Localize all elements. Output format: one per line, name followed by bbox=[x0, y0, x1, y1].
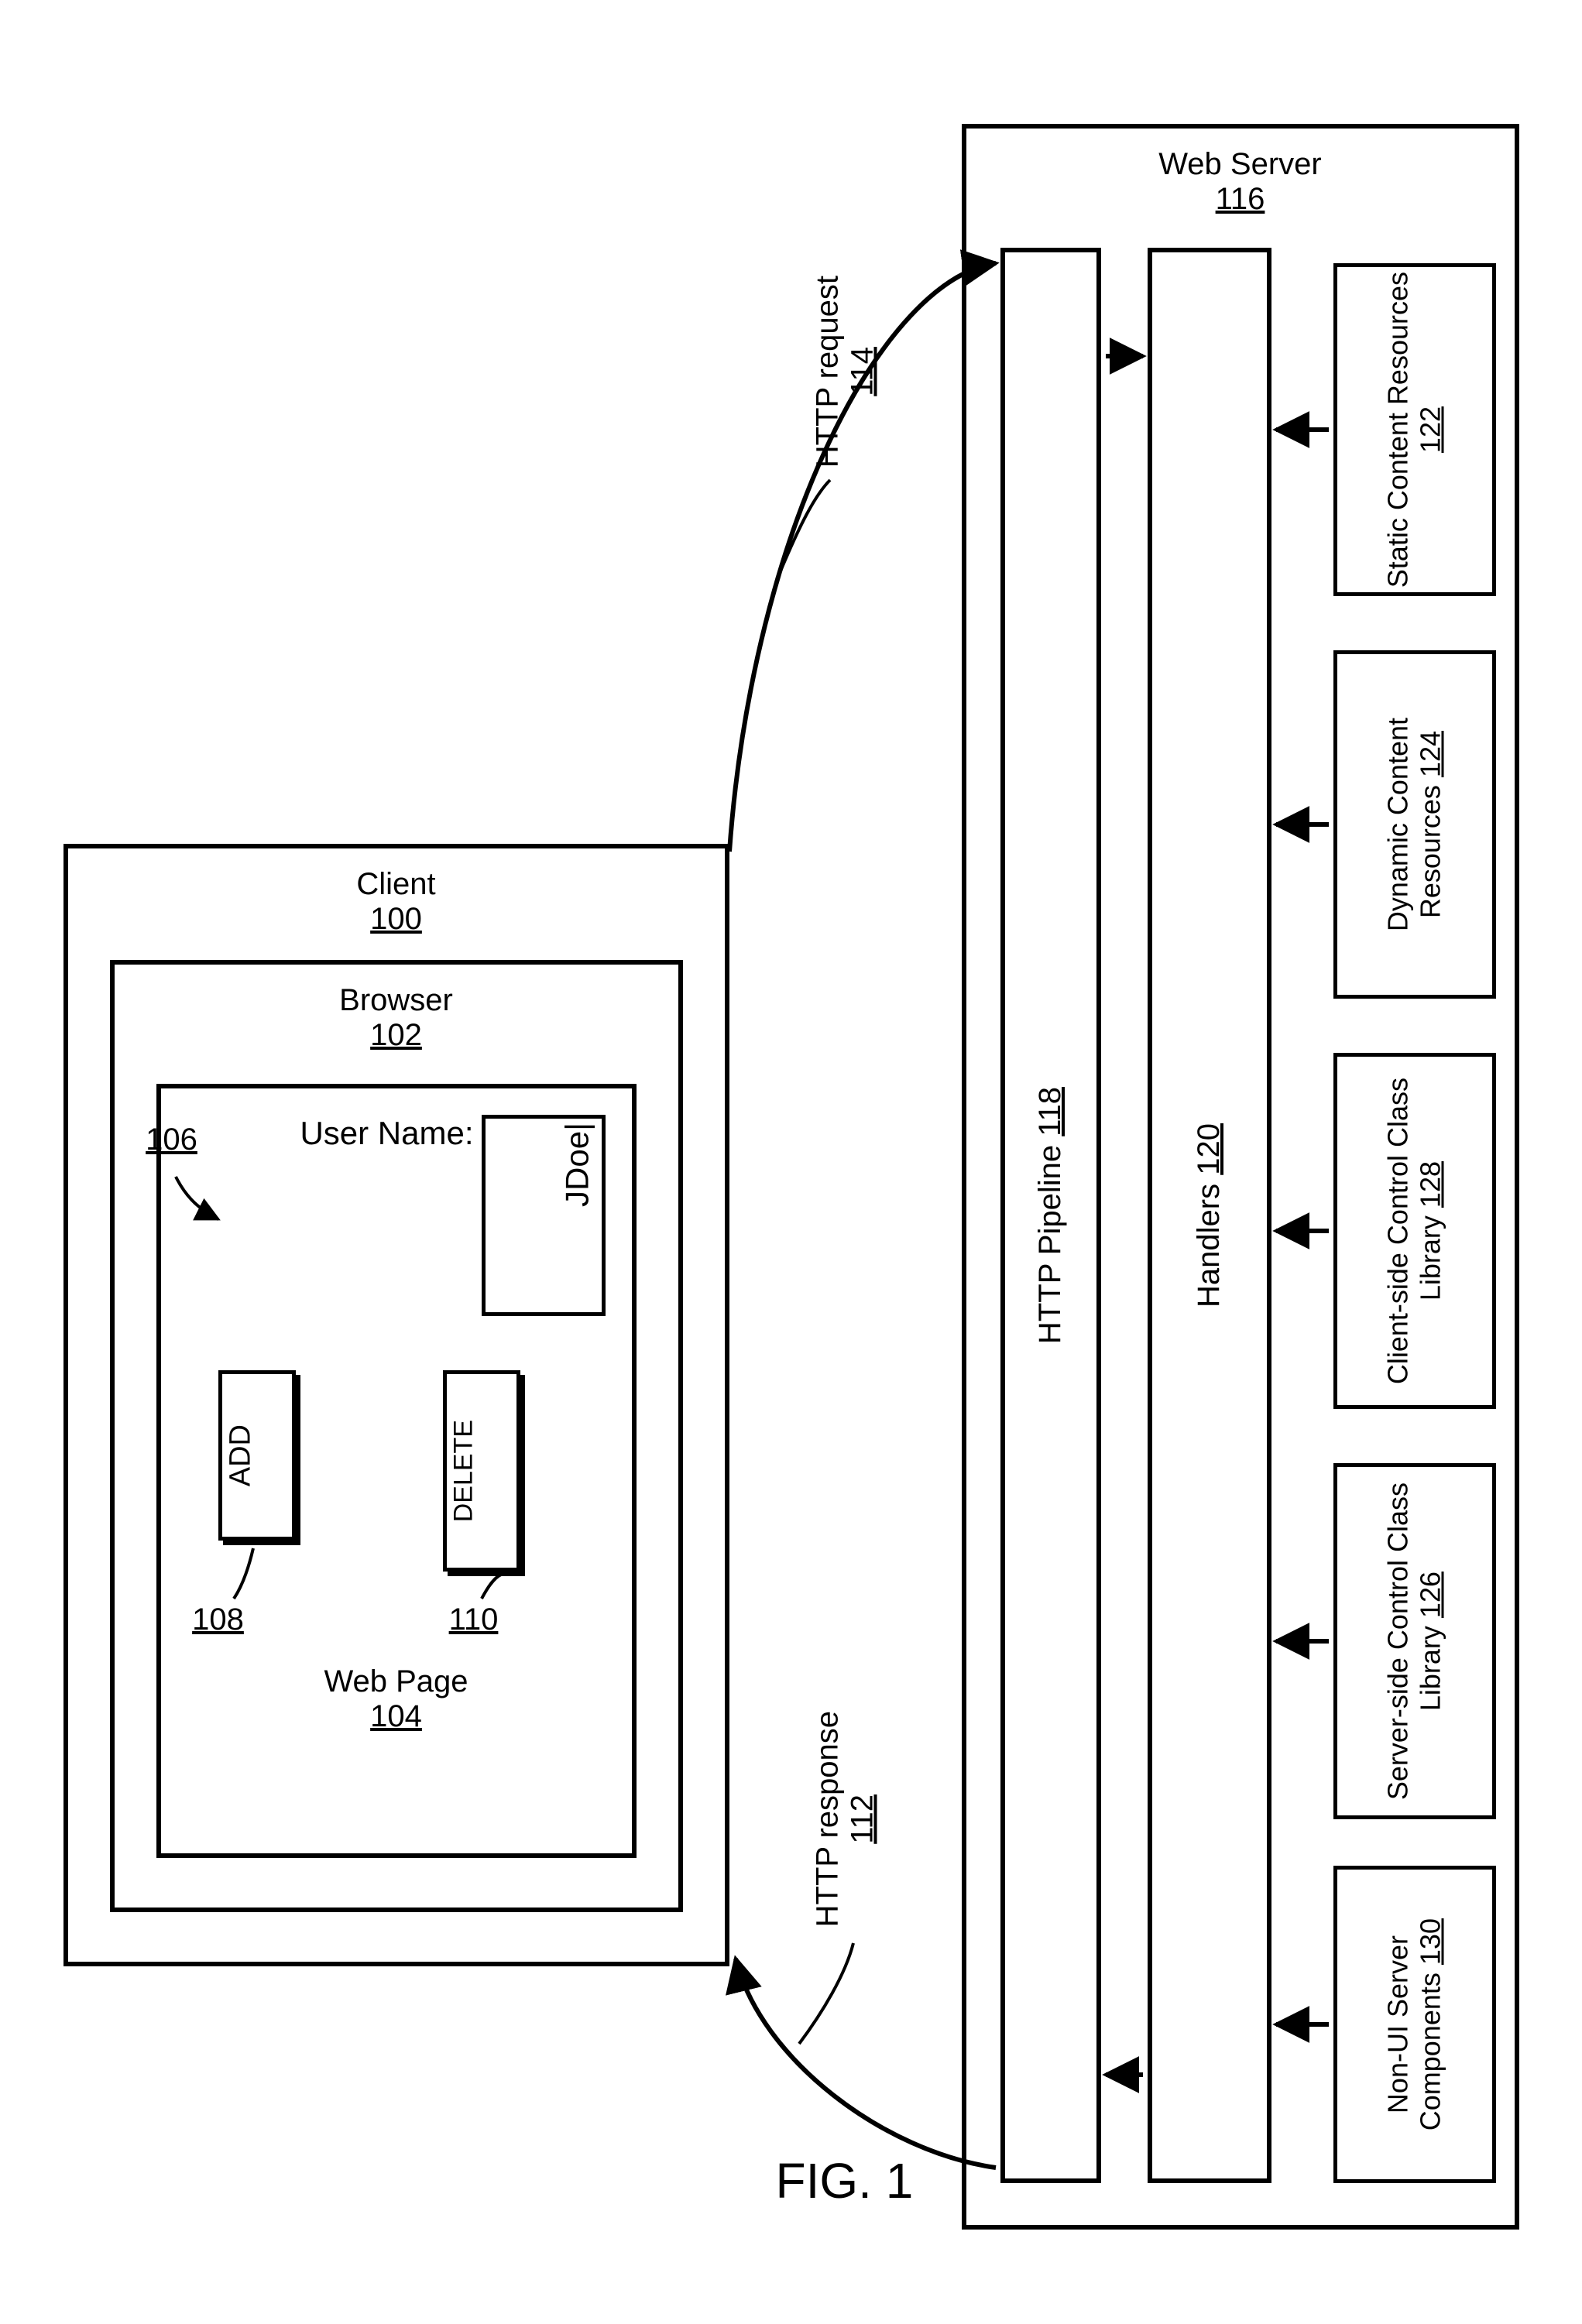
client-title: Client 100 bbox=[63, 867, 729, 937]
username-label: User Name: bbox=[195, 1115, 474, 1152]
delete-ref: 110 bbox=[427, 1602, 520, 1637]
client-side-control-library-label: Client-side Control Class Library 128 bbox=[1340, 1061, 1490, 1401]
http-request-label: HTTP request 114 bbox=[760, 271, 931, 472]
add-ref: 108 bbox=[172, 1602, 265, 1637]
http-pipeline-title: HTTP Pipeline 118 bbox=[1005, 255, 1096, 2175]
server-title: Web Server 116 bbox=[962, 147, 1519, 217]
http-response-label: HTTP response 112 bbox=[760, 1703, 931, 1935]
figure-caption: FIG. 1 bbox=[776, 2152, 914, 2209]
static-content-resources-label: Static Content Resources 122 bbox=[1340, 271, 1490, 588]
architecture-diagram: Client 100 Browser 102 User Name: JDoe| … bbox=[33, 31, 1550, 2276]
webpage-title: Web Page 104 bbox=[156, 1664, 637, 1734]
server-side-control-library-label: Server-side Control Class Library 126 bbox=[1340, 1471, 1490, 1812]
browser-title: Browser 102 bbox=[110, 983, 683, 1053]
dynamic-content-resources-label: Dynamic Content Resources 124 bbox=[1340, 658, 1490, 991]
non-ui-server-components-label: Non-UI Server Components 130 bbox=[1340, 1873, 1490, 2175]
username-ref: 106 bbox=[125, 1123, 218, 1157]
add-button-label: ADD bbox=[225, 1378, 290, 1533]
handlers-title: Handlers 120 bbox=[1152, 255, 1267, 2175]
username-value: JDoe| bbox=[488, 1123, 596, 1316]
delete-button-label: DELETE bbox=[449, 1378, 514, 1564]
